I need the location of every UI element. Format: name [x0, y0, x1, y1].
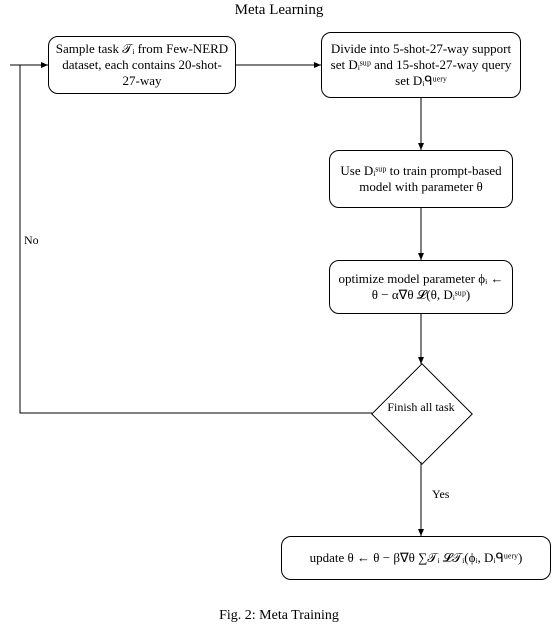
node-train-text: Use Dᵢˢᵘᵖ to train prompt-based model wi… — [336, 163, 506, 196]
node-train: Use Dᵢˢᵘᵖ to train prompt-based model wi… — [329, 150, 513, 208]
diagram-title: Meta Learning — [0, 2, 558, 19]
node-optimize: optimize model parameter ϕᵢ ← θ − α∇θ 𝓛(… — [329, 260, 513, 314]
edge-label-no: No — [24, 233, 39, 248]
node-divide-text: Divide into 5-shot-27-way support set Dᵢ… — [328, 41, 514, 90]
node-decision-text: Finish all task — [371, 400, 471, 414]
node-update-text: update θ ← θ − β∇θ ∑𝒯ᵢ 𝓛𝒯ᵢ(ϕᵢ, Dᵢᑫᵘᵉʳʸ) — [310, 550, 523, 566]
node-sample-task: Sample task 𝒯ᵢ from Few-NERD dataset, ea… — [48, 36, 236, 94]
node-sample-task-text: Sample task 𝒯ᵢ from Few-NERD dataset, ea… — [55, 41, 229, 90]
edge-label-yes: Yes — [432, 487, 449, 502]
node-optimize-text: optimize model parameter ϕᵢ ← θ − α∇θ 𝓛(… — [336, 271, 506, 304]
node-update: update θ ← θ − β∇θ ∑𝒯ᵢ 𝓛𝒯ᵢ(ϕᵢ, Dᵢᑫᵘᵉʳʸ) — [281, 536, 551, 580]
node-divide: Divide into 5-shot-27-way support set Dᵢ… — [321, 32, 521, 98]
figure-caption: Fig. 2: Meta Training — [0, 608, 558, 624]
